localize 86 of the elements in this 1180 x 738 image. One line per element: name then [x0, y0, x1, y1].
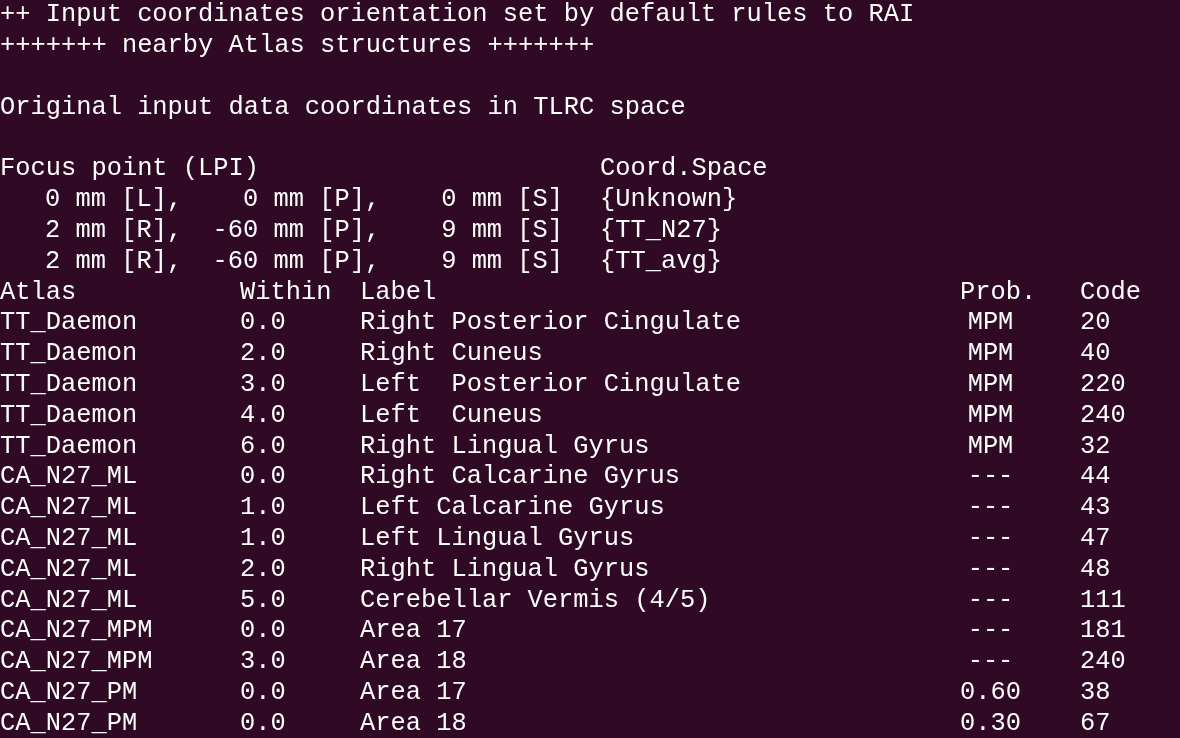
table-cell-text: Right Lingual Gyrus — [360, 432, 651, 461]
table-cell-text: 38 — [1080, 678, 1112, 707]
table-cell-text: 43 — [1080, 494, 1112, 523]
table-cell-text: Area 18 — [360, 648, 468, 677]
coordinate-text: 2 mm [R], -60 mm [P], 9 mm [S] — [45, 216, 565, 245]
output-line: ++ Input coordinates orientation set by default rules to RAI — [0, 1, 915, 30]
table-cell-text: 111 — [1080, 586, 1127, 615]
table-cell-text: TT_Daemon — [0, 432, 139, 461]
table-cell-text: CA_N27_ML — [0, 555, 139, 584]
table-cell-text: CA_N27_MPM — [0, 617, 154, 646]
table-cell-text: 220 — [1080, 370, 1127, 399]
table-cell-text: Left Lingual Gyrus — [360, 524, 636, 553]
table-cell-text: 0.0 — [240, 678, 287, 707]
table-cell-text: CA_N27_ML — [0, 463, 139, 492]
table-cell-text: Right Cuneus — [360, 340, 544, 369]
table-cell-text: MPM — [966, 309, 1015, 338]
column-header: Label — [360, 278, 438, 307]
table-cell-text: 47 — [1080, 524, 1112, 553]
table-cell-text: MPM — [966, 370, 1015, 399]
table-cell-text: CA_N27_PM — [0, 678, 139, 707]
table-cell-text: 67 — [1080, 709, 1112, 738]
coordinate-text: 2 mm [R], -60 mm [P], 9 mm [S] — [45, 247, 565, 276]
table-cell-text: Right Posterior Cingulate — [360, 309, 742, 338]
table-cell-text: Area 17 — [360, 678, 468, 707]
table-cell-text: 1.0 — [240, 524, 287, 553]
coordinate-space: {Unknown} — [600, 186, 738, 215]
table-cell-text: 2.0 — [240, 555, 287, 584]
table-cell-text: MPM — [966, 432, 1015, 461]
table-cell-text: CA_N27_MPM — [0, 648, 154, 677]
table-cell-text: Left Calcarine Gyrus — [360, 494, 666, 523]
table-cell: 0.30 — [960, 709, 1021, 738]
table-cell-text: --- — [966, 494, 1015, 523]
table-cell-text: 3.0 — [240, 648, 287, 677]
table-cell-text: 44 — [1080, 463, 1112, 492]
column-header: Code — [1080, 278, 1142, 307]
output-line: Original input data coordinates in TLRC space — [0, 93, 686, 122]
table-cell-text: 0.0 — [240, 463, 287, 492]
table-cell-text: 0.0 — [240, 617, 287, 646]
table-cell-text: 6.0 — [240, 432, 287, 461]
table-cell-text: MPM — [966, 340, 1015, 369]
table-cell-text: --- — [966, 463, 1015, 492]
table-cell-text: 240 — [1080, 401, 1127, 430]
table-cell-text: --- — [966, 555, 1015, 584]
table-cell-text: --- — [966, 586, 1015, 615]
table-cell-text: 32 — [1080, 432, 1112, 461]
table-cell-text: TT_Daemon — [0, 309, 139, 338]
table-cell-text: 240 — [1080, 648, 1127, 677]
table-cell-text: Area 18 — [360, 709, 468, 738]
coordinate-space: {TT_avg} — [600, 247, 722, 276]
table-cell-text: --- — [966, 617, 1015, 646]
column-header: Within — [240, 278, 333, 307]
table-cell-text: 181 — [1080, 617, 1127, 646]
table-cell-text: Right Lingual Gyrus — [360, 555, 651, 584]
table-cell-text: 40 — [1080, 340, 1112, 369]
table-cell-text: 48 — [1080, 555, 1112, 584]
table-cell-text: --- — [966, 524, 1015, 553]
table-cell-text: TT_Daemon — [0, 370, 139, 399]
coordinate-space: {TT_N27} — [600, 216, 722, 245]
table-cell-text: 1.0 — [240, 494, 287, 523]
table-cell-text: 2.0 — [240, 340, 287, 369]
table-cell-text: Cerebellar Vermis (4/5) — [360, 586, 712, 615]
table-cell-text: Left Cuneus — [360, 401, 544, 430]
table-cell-text: --- — [966, 648, 1015, 677]
table-cell-text: Right Calcarine Gyrus — [360, 463, 681, 492]
table-cell-text: Left Posterior Cingulate — [360, 370, 742, 399]
table-cell-text: CA_N27_ML — [0, 586, 139, 615]
table-cell-text: 4.0 — [240, 401, 287, 430]
table-cell-text: Area 17 — [360, 617, 468, 646]
table-cell-text: CA_N27_ML — [0, 494, 139, 523]
table-cell-text: 5.0 — [240, 586, 287, 615]
table-cell-text: CA_N27_ML — [0, 524, 139, 553]
table-cell: 0.60 — [960, 678, 1021, 707]
table-cell-text: TT_Daemon — [0, 401, 139, 430]
table-cell-text: 0.0 — [240, 709, 287, 738]
table-cell-text: TT_Daemon — [0, 340, 139, 369]
column-header: Coord.Space — [600, 155, 768, 184]
column-header: Prob. — [960, 278, 1038, 307]
table-cell-text: 20 — [1080, 309, 1112, 338]
table-cell-text: 0.0 — [240, 309, 287, 338]
column-header: Focus point (LPI) — [0, 155, 261, 184]
table-cell-text: MPM — [966, 401, 1015, 430]
coordinate-text: 0 mm [L], 0 mm [P], 0 mm [S] — [45, 186, 565, 215]
table-cell-text: 3.0 — [240, 370, 287, 399]
column-header: Atlas — [0, 278, 78, 307]
table-cell-text: CA_N27_PM — [0, 709, 139, 738]
banner-text: +++++++ nearby Atlas structures +++++++ — [0, 32, 595, 61]
